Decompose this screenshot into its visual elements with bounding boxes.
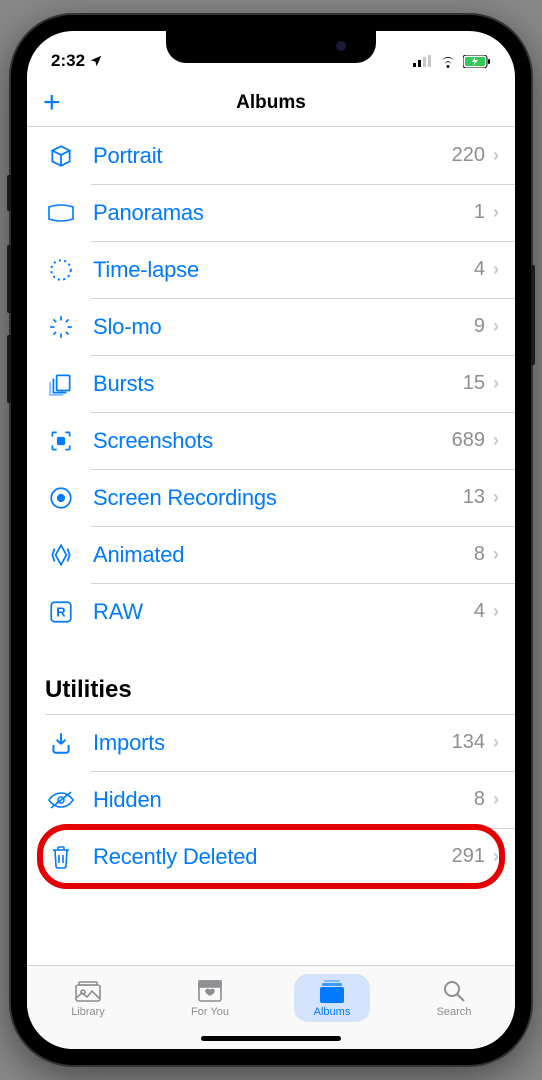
album-list[interactable]: Portrait 220 › Panoramas 1 › Time-lapse … [27, 127, 515, 965]
add-button[interactable]: + [43, 88, 61, 118]
album-row-screenshots[interactable]: Screenshots 689 › [27, 412, 515, 469]
chevron-right-icon: › [493, 846, 499, 867]
albums-icon [318, 978, 346, 1004]
tab-search[interactable]: Search [409, 974, 499, 1022]
row-label: Animated [93, 542, 474, 568]
chevron-right-icon: › [493, 732, 499, 753]
tab-label: Library [71, 1006, 105, 1018]
tab-label: Search [437, 1006, 472, 1018]
album-row-imports[interactable]: Imports 134 › [27, 714, 515, 771]
tab-label: Albums [314, 1006, 351, 1018]
row-label: Hidden [93, 787, 474, 813]
tab-albums[interactable]: Albums [287, 974, 377, 1022]
tab-for-you[interactable]: For You [165, 974, 255, 1022]
album-row-bursts[interactable]: Bursts 15 › [27, 355, 515, 412]
row-count: 291 [452, 845, 485, 868]
chevron-right-icon: › [493, 202, 499, 223]
cellular-icon [413, 55, 433, 67]
row-count: 8 [474, 543, 485, 566]
row-label: Screenshots [93, 428, 452, 454]
chevron-right-icon: › [493, 145, 499, 166]
row-label: Screen Recordings [93, 485, 463, 511]
screen-recording-icon [45, 482, 77, 514]
row-count: 134 [452, 731, 485, 754]
navigation-bar: + Albums [27, 79, 515, 127]
slomo-icon [45, 311, 77, 343]
svg-text:R: R [56, 604, 66, 619]
page-title: Albums [236, 92, 306, 114]
for-you-icon [196, 978, 224, 1004]
library-icon [74, 978, 102, 1004]
row-label: RAW [93, 599, 474, 625]
tab-label: For You [191, 1006, 229, 1018]
tab-library[interactable]: Library [43, 974, 133, 1022]
screenshot-icon [45, 425, 77, 457]
album-row-hidden[interactable]: Hidden 8 › [27, 771, 515, 828]
album-row-slomo[interactable]: Slo-mo 9 › [27, 298, 515, 355]
raw-icon: R [45, 596, 77, 628]
row-count: 8 [474, 788, 485, 811]
search-icon [440, 978, 468, 1004]
wifi-icon [439, 55, 457, 68]
chevron-right-icon: › [493, 259, 499, 280]
row-count: 9 [474, 315, 485, 338]
album-row-panoramas[interactable]: Panoramas 1 › [27, 184, 515, 241]
utilities-section-header: Utilities [27, 640, 515, 714]
trash-icon [45, 841, 77, 873]
portrait-icon [45, 140, 77, 172]
chevron-right-icon: › [493, 544, 499, 565]
imports-icon [45, 727, 77, 759]
album-row-timelapse[interactable]: Time-lapse 4 › [27, 241, 515, 298]
chevron-right-icon: › [493, 430, 499, 451]
chevron-right-icon: › [493, 601, 499, 622]
album-row-animated[interactable]: Animated 8 › [27, 526, 515, 583]
row-count: 689 [452, 429, 485, 452]
timelapse-icon [45, 254, 77, 286]
screen: 2:32 + Albums Portrait 220 › [27, 31, 515, 1049]
row-count: 15 [463, 372, 485, 395]
bursts-icon [45, 368, 77, 400]
panorama-icon [45, 197, 77, 229]
row-label: Imports [93, 730, 452, 756]
album-row-screen-recordings[interactable]: Screen Recordings 13 › [27, 469, 515, 526]
album-row-raw[interactable]: R RAW 4 › [27, 583, 515, 640]
chevron-right-icon: › [493, 316, 499, 337]
home-indicator[interactable] [201, 1036, 341, 1041]
row-label: Portrait [93, 143, 452, 169]
row-label: Panoramas [93, 200, 474, 226]
album-row-recently-deleted[interactable]: Recently Deleted 291 › [27, 828, 515, 885]
row-count: 13 [463, 486, 485, 509]
row-label: Slo-mo [93, 314, 474, 340]
chevron-right-icon: › [493, 487, 499, 508]
row-count: 1 [474, 201, 485, 224]
location-icon [89, 54, 103, 68]
row-label: Recently Deleted [93, 844, 452, 870]
album-row-portrait[interactable]: Portrait 220 › [27, 127, 515, 184]
row-count: 4 [474, 258, 485, 281]
row-label: Time-lapse [93, 257, 474, 283]
phone-frame: 2:32 + Albums Portrait 220 › [11, 15, 531, 1065]
hidden-icon [45, 784, 77, 816]
status-time: 2:32 [51, 51, 85, 71]
animated-icon [45, 539, 77, 571]
chevron-right-icon: › [493, 789, 499, 810]
notch [166, 31, 376, 63]
chevron-right-icon: › [493, 373, 499, 394]
row-count: 220 [452, 144, 485, 167]
battery-icon [463, 55, 491, 68]
row-label: Bursts [93, 371, 463, 397]
row-count: 4 [474, 600, 485, 623]
